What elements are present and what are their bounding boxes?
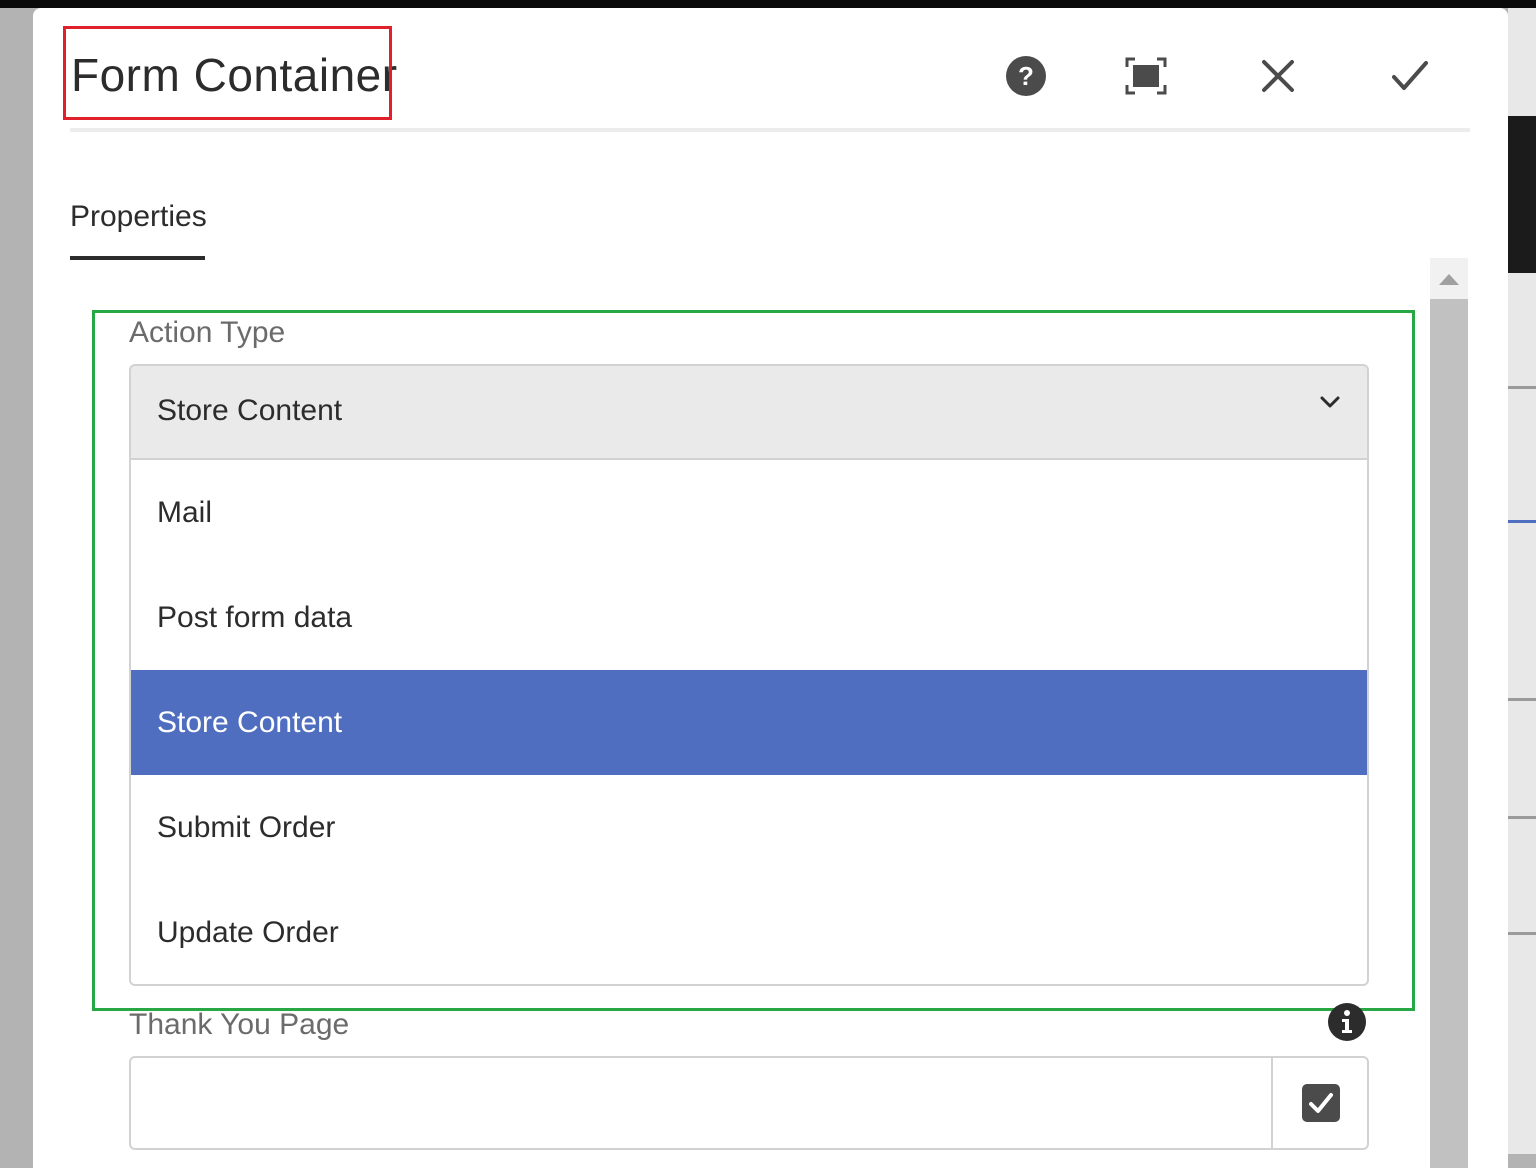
background-line [1508, 932, 1536, 935]
background-page [1508, 8, 1536, 1154]
scrollbar-thumb[interactable] [1430, 299, 1468, 1168]
top-bar [0, 0, 1536, 8]
title-highlight-box [63, 26, 392, 120]
option-store-content[interactable]: Store Content [131, 670, 1367, 775]
action-type-label: Action Type [129, 316, 286, 349]
close-icon[interactable] [1256, 54, 1300, 98]
background-dark-panel [1508, 116, 1536, 273]
help-icon[interactable]: ? [1004, 54, 1048, 98]
checkmark-icon[interactable] [1388, 54, 1432, 98]
background-line [1508, 520, 1536, 523]
tab-active-indicator [70, 256, 205, 260]
chevron-down-icon [1319, 394, 1341, 415]
info-icon[interactable] [1327, 1002, 1367, 1042]
header-divider [70, 128, 1470, 132]
option-update-order[interactable]: Update Order [131, 880, 1367, 985]
action-type-selected-value: Store Content [157, 394, 343, 427]
option-post-form-data[interactable]: Post form data [131, 565, 1367, 670]
form-container-dialog: Form Container ? Properties Action Type … [33, 8, 1508, 1168]
action-type-options-list: Mail Post form data Store Content Submit… [129, 458, 1369, 986]
checkbox-icon [1302, 1084, 1340, 1122]
svg-text:?: ? [1018, 61, 1034, 91]
thank-you-page-label: Thank You Page [129, 1008, 350, 1041]
path-picker-button[interactable] [1273, 1058, 1369, 1148]
scroll-up-arrow-icon[interactable] [1430, 258, 1468, 299]
fullscreen-icon[interactable] [1124, 54, 1168, 98]
tab-properties[interactable]: Properties [70, 200, 207, 234]
action-type-select[interactable]: Store Content [129, 364, 1369, 458]
background-line [1508, 816, 1536, 819]
thank-you-page-input[interactable] [129, 1056, 1369, 1150]
option-submit-order[interactable]: Submit Order [131, 775, 1367, 880]
option-mail[interactable]: Mail [131, 460, 1367, 565]
background-line [1508, 698, 1536, 701]
background-line [1508, 386, 1536, 389]
